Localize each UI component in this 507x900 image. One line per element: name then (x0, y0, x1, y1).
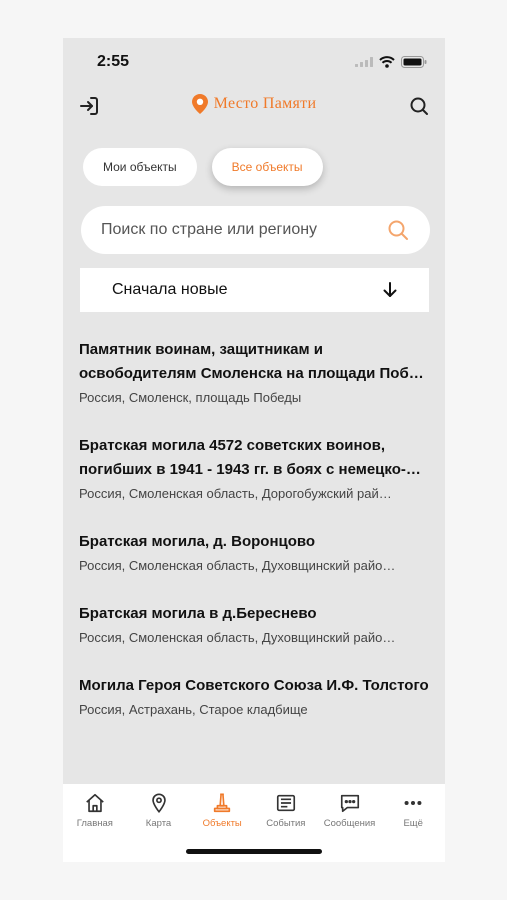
app-screen: 2:55 Место Памяти Мои объекты Все объект… (63, 38, 445, 862)
app-header: Место Памяти (63, 86, 445, 126)
sort-dropdown[interactable]: Сначала новые (80, 268, 429, 312)
list-item[interactable]: Братская могила 4572 советских воинов, п… (79, 434, 429, 504)
tab-label: Главная (76, 818, 113, 829)
status-time: 2:55 (97, 53, 130, 70)
map-pin-icon (151, 793, 166, 814)
header-search-button[interactable] (407, 94, 431, 118)
item-title: Могила Героя Советского Союза И.Ф. Толст… (79, 677, 429, 694)
search-field-icon[interactable] (386, 218, 410, 242)
item-location: Россия, Смоленская область, Дорогобужски… (79, 486, 392, 501)
tab-label: Сообщения (323, 818, 376, 829)
item-title: Братская могила, д. Воронцово (79, 533, 316, 550)
sort-label: Сначала новые (112, 281, 228, 298)
bottom-tab-bar: Главная Карта Объекты События Сообщения … (63, 784, 445, 862)
wifi-icon (379, 56, 395, 68)
tab-label: Объекты (202, 818, 242, 829)
home-indicator (186, 849, 322, 854)
status-icons (355, 56, 427, 68)
tab-label: Карта (145, 818, 172, 829)
item-location: Россия, Смоленская область, Духовщинский… (79, 630, 396, 645)
tab-label: События (266, 818, 306, 829)
item-title: Братская могила 4572 советских воинов, (79, 437, 386, 454)
list-item[interactable]: Памятник воинам, защитникам и освободите… (79, 338, 429, 408)
tab-home[interactable]: Главная (63, 784, 127, 862)
list-item[interactable]: Братская могила, д. Воронцово Россия, См… (79, 530, 429, 576)
monument-icon (214, 793, 231, 813)
tab-map[interactable]: Карта (127, 784, 191, 862)
location-pin-icon (191, 94, 208, 114)
region-search-box (81, 206, 430, 254)
tab-label: Ещё (403, 818, 423, 829)
item-title: погибших в 1941 - 1943 гг. в боях с неме… (79, 461, 421, 478)
app-title: Место Памяти (213, 95, 317, 112)
item-title: Памятник воинам, защитникам и (79, 341, 323, 358)
list-item[interactable]: Могила Героя Советского Союза И.Ф. Толст… (79, 674, 429, 720)
my-objects-button[interactable]: Мои объекты (83, 148, 197, 186)
cellular-icon (355, 57, 373, 67)
arrow-down-icon (383, 282, 397, 297)
item-location: Россия, Астрахань, Старое кладбище (79, 702, 308, 717)
status-bar: 2:55 (63, 38, 445, 86)
all-objects-button[interactable]: Все объекты (211, 148, 323, 186)
search-icon (410, 97, 428, 115)
item-location: Россия, Смоленск, площадь Победы (79, 390, 302, 405)
tab-messages[interactable]: Сообщения (318, 784, 382, 862)
app-brand: Место Памяти (63, 94, 445, 114)
tab-more[interactable]: Ещё (381, 784, 445, 862)
more-icon (404, 800, 422, 806)
home-icon (86, 793, 104, 813)
object-filter-segments: Мои объекты Все объекты (83, 148, 323, 186)
item-location: Россия, Смоленская область, Духовщинский… (79, 558, 396, 573)
list-item[interactable]: Братская могила в д.Береснево Россия, См… (79, 602, 429, 648)
item-title: освободителям Смоленска на площади Побе… (79, 365, 429, 382)
message-icon (340, 794, 359, 813)
item-title: Братская могила в д.Береснево (79, 605, 317, 622)
region-search-input[interactable] (101, 221, 386, 239)
newspaper-icon (276, 794, 295, 812)
objects-list: Памятник воинам, защитникам и освободите… (79, 338, 429, 746)
battery-icon (401, 56, 427, 68)
